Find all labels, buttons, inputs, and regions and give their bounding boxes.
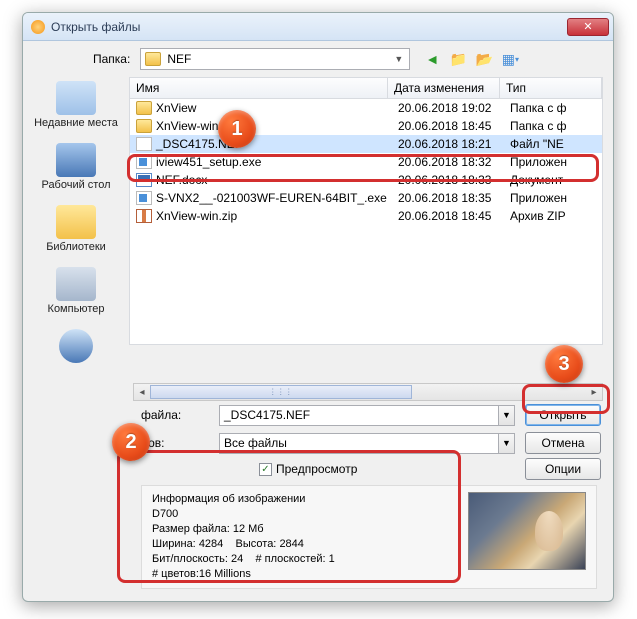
view-icon[interactable]: ▦▾	[500, 49, 520, 69]
computer-icon	[56, 267, 96, 301]
places-sidebar: Недавние места Рабочий стол Библиотеки К…	[23, 77, 129, 377]
folder-name: NEF	[167, 52, 392, 66]
close-button[interactable]: ✕	[567, 18, 609, 36]
network-icon	[59, 329, 93, 363]
new-folder-icon[interactable]: 📂	[474, 49, 494, 69]
filename-dropdown-icon[interactable]: ▼	[499, 405, 515, 426]
recent-icon	[56, 81, 96, 115]
place-computer[interactable]: Компьютер	[23, 267, 129, 315]
folder-combo[interactable]: NEF ▼	[140, 48, 410, 70]
place-libraries[interactable]: Библиотеки	[23, 205, 129, 253]
place-recent[interactable]: Недавние места	[23, 81, 129, 129]
filter-dropdown-icon[interactable]: ▼	[499, 433, 515, 454]
file-icon	[136, 137, 152, 151]
folder-icon	[136, 119, 152, 133]
place-desktop[interactable]: Рабочий стол	[23, 143, 129, 191]
file-row[interactable]: _DSC4175.NEF20.06.2018 18:21Файл "NE	[130, 135, 602, 153]
file-row[interactable]: S-VNX2__-021003WF-EUREN-64BIT_.exe20.06.…	[130, 189, 602, 207]
badge-1: 1	[218, 110, 256, 148]
folder-icon	[145, 52, 161, 66]
exe-icon	[136, 191, 152, 205]
titlebar[interactable]: Открыть файлы ✕	[23, 13, 613, 41]
back-icon[interactable]: ◄	[422, 49, 442, 69]
col-type[interactable]: Тип	[500, 78, 602, 98]
app-icon	[31, 20, 45, 34]
libraries-icon	[56, 205, 96, 239]
badge-3: 3	[545, 345, 583, 383]
badge-2: 2	[112, 423, 150, 461]
filter-label: лов:	[141, 436, 219, 450]
file-row[interactable]: XnView-win.zip20.06.2018 18:45Архив ZIP	[130, 207, 602, 225]
zip-icon	[136, 209, 152, 223]
place-network[interactable]	[23, 329, 129, 363]
options-button[interactable]: Опции	[525, 458, 601, 480]
col-date[interactable]: Дата изменения	[388, 78, 500, 98]
desktop-icon	[56, 143, 96, 177]
folder-label: Папка:	[93, 52, 130, 66]
window-title: Открыть файлы	[51, 20, 140, 34]
filename-label: файла:	[141, 408, 219, 422]
folder-icon	[136, 101, 152, 115]
file-list-header[interactable]: Имя Дата изменения Тип	[129, 77, 603, 99]
file-list[interactable]: XnView20.06.2018 19:02Папка с фXnView-wi…	[129, 99, 603, 345]
callout-2	[117, 450, 461, 583]
cancel-button[interactable]: Отмена	[525, 432, 601, 454]
location-toolbar: Папка: NEF ▼ ◄ 📁 📂 ▦▾	[23, 41, 613, 77]
nav-icons: ◄ 📁 📂 ▦▾	[422, 49, 520, 69]
up-icon[interactable]: 📁	[448, 49, 468, 69]
filename-input[interactable]: _DSC4175.NEF	[219, 405, 499, 426]
col-name[interactable]: Имя	[130, 78, 388, 98]
callout-1	[127, 154, 599, 182]
chevron-down-icon[interactable]: ▼	[392, 54, 405, 64]
scroll-left-icon[interactable]: ◂	[134, 387, 150, 398]
file-row[interactable]: XnView-win20.06.2018 18:45Папка с ф	[130, 117, 602, 135]
preview-thumbnail	[468, 492, 586, 570]
callout-3	[522, 384, 610, 414]
file-row[interactable]: XnView20.06.2018 19:02Папка с ф	[130, 99, 602, 117]
